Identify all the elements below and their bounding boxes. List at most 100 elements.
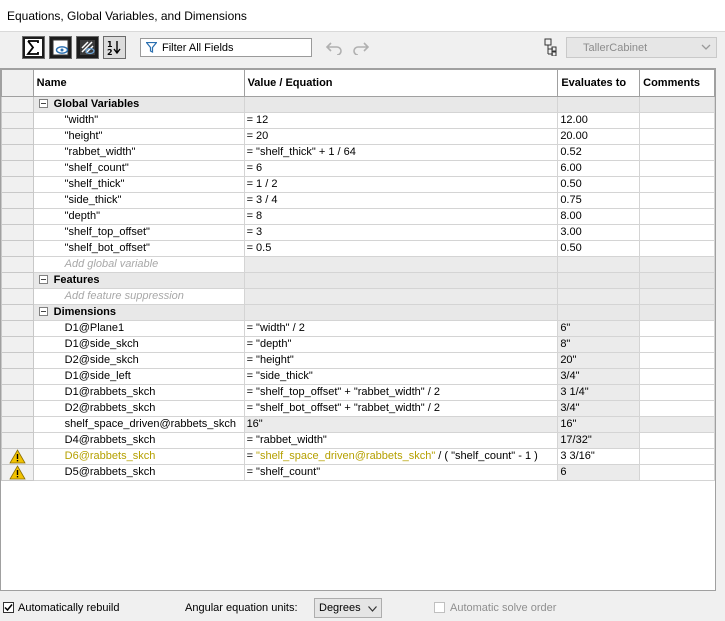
name-cell[interactable]: "side_thick": [32, 192, 245, 209]
value-cell[interactable]: = "height": [243, 352, 559, 369]
row-header[interactable]: [1, 144, 34, 161]
table-row[interactable]: D6@rabbets_skch = "shelf_space_driven@ra…: [1, 448, 715, 465]
filter-field[interactable]: Filter All Fields: [140, 38, 312, 57]
comment-cell[interactable]: [639, 448, 715, 465]
dimension-view-icon[interactable]: [76, 36, 99, 59]
value-cell[interactable]: = 1 / 2: [243, 176, 559, 193]
table-row[interactable]: "width" = 12 12.00: [1, 112, 715, 129]
column-header-value[interactable]: Value / Equation: [243, 69, 559, 97]
column-header-evaluates[interactable]: Evaluates to: [557, 69, 641, 97]
comment-cell[interactable]: [639, 400, 715, 417]
table-row[interactable]: "depth" = 8 8.00: [1, 208, 715, 225]
name-cell[interactable]: "shelf_top_offset": [32, 224, 245, 241]
table-row[interactable]: D1@side_left = "side_thick" 3/4": [1, 368, 715, 385]
comment-cell[interactable]: [639, 320, 715, 337]
collapse-icon[interactable]: [38, 275, 48, 284]
table-row[interactable]: "side_thick" = 3 / 4 0.75: [1, 192, 715, 209]
comment-cell[interactable]: [639, 368, 715, 385]
comment-cell[interactable]: [639, 224, 715, 241]
collapse-icon[interactable]: [38, 99, 48, 108]
row-header[interactable]: [1, 320, 34, 337]
row-header[interactable]: [1, 240, 34, 257]
table-row[interactable]: D4@rabbets_skch = "rabbet_width" 17/32": [1, 432, 715, 449]
name-cell[interactable]: "rabbet_width": [32, 144, 245, 161]
add-global-variable-row[interactable]: Add global variable: [1, 256, 715, 273]
comment-cell[interactable]: [639, 176, 715, 193]
group-row-features[interactable]: Features: [1, 272, 715, 289]
comment-cell[interactable]: [639, 464, 715, 481]
value-cell[interactable]: 16": [243, 416, 559, 433]
value-cell[interactable]: = "depth": [243, 336, 559, 353]
collapse-icon[interactable]: [38, 307, 48, 316]
row-header[interactable]: [1, 464, 34, 481]
value-cell[interactable]: = "shelf_count": [243, 464, 559, 481]
comment-cell[interactable]: [639, 384, 715, 401]
undo-icon[interactable]: [325, 41, 343, 55]
column-header-name[interactable]: Name: [32, 69, 245, 97]
name-cell[interactable]: D1@rabbets_skch: [32, 384, 245, 401]
value-cell[interactable]: = 8: [243, 208, 559, 225]
table-row[interactable]: D2@side_skch = "height" 20": [1, 352, 715, 369]
value-cell[interactable]: = 6: [243, 160, 559, 177]
table-row[interactable]: D1@side_skch = "depth" 8": [1, 336, 715, 353]
name-cell[interactable]: D4@rabbets_skch: [32, 432, 245, 449]
row-header[interactable]: [1, 336, 34, 353]
row-header[interactable]: [1, 160, 34, 177]
angular-units-select[interactable]: Degrees: [314, 598, 382, 618]
name-cell[interactable]: D5@rabbets_skch: [32, 464, 245, 481]
table-row[interactable]: "shelf_top_offset" = 3 3.00: [1, 224, 715, 241]
value-cell[interactable]: = "rabbet_width": [243, 432, 559, 449]
group-row-global-variables[interactable]: Global Variables: [1, 96, 715, 113]
auto-solve-checkbox[interactable]: [434, 602, 445, 613]
row-header[interactable]: [1, 384, 34, 401]
name-cell[interactable]: "depth": [32, 208, 245, 225]
add-feature-suppression-cell[interactable]: Add feature suppression: [32, 288, 245, 305]
table-row[interactable]: "rabbet_width" = "shelf_thick" + 1 / 64 0.…: [1, 144, 715, 161]
comment-cell[interactable]: [639, 208, 715, 225]
table-row[interactable]: D1@Plane1 = "width" / 2 6": [1, 320, 715, 337]
comment-cell[interactable]: [639, 432, 715, 449]
name-cell[interactable]: D1@side_skch: [32, 336, 245, 353]
value-cell[interactable]: = "shelf_top_offset" + "rabbet_width" / …: [243, 384, 559, 401]
row-header[interactable]: [1, 352, 34, 369]
row-header[interactable]: [1, 176, 34, 193]
row-header[interactable]: [1, 416, 34, 433]
ordered-view-icon[interactable]: 12: [103, 36, 126, 59]
row-header[interactable]: [1, 448, 34, 465]
configuration-select[interactable]: TallerCabinet: [566, 37, 717, 58]
group-row-dimensions[interactable]: Dimensions: [1, 304, 715, 321]
comment-cell[interactable]: [639, 128, 715, 145]
add-global-variable-cell[interactable]: Add global variable: [32, 256, 245, 273]
comment-cell[interactable]: [639, 240, 715, 257]
redo-icon[interactable]: [352, 41, 370, 55]
row-header[interactable]: [1, 192, 34, 209]
comment-cell[interactable]: [639, 352, 715, 369]
name-cell[interactable]: D6@rabbets_skch: [32, 448, 245, 465]
value-cell[interactable]: = "shelf_bot_offset" + "rabbet_width" / …: [243, 400, 559, 417]
row-header[interactable]: [1, 112, 34, 129]
value-cell[interactable]: = 0.5: [243, 240, 559, 257]
comment-cell[interactable]: [639, 416, 715, 433]
comment-cell[interactable]: [639, 144, 715, 161]
name-cell[interactable]: "shelf_bot_offset": [32, 240, 245, 257]
value-cell[interactable]: = 3 / 4: [243, 192, 559, 209]
group-label[interactable]: Features: [32, 272, 245, 289]
table-row[interactable]: "shelf_bot_offset" = 0.5 0.50: [1, 240, 715, 257]
name-cell[interactable]: "shelf_count": [32, 160, 245, 177]
name-cell[interactable]: D2@rabbets_skch: [32, 400, 245, 417]
comment-cell[interactable]: [639, 192, 715, 209]
table-row[interactable]: D5@rabbets_skch = "shelf_count" 6: [1, 464, 715, 481]
row-header[interactable]: [1, 224, 34, 241]
name-cell[interactable]: D1@Plane1: [32, 320, 245, 337]
group-label[interactable]: Dimensions: [32, 304, 245, 321]
table-row[interactable]: "shelf_count" = 6 6.00: [1, 160, 715, 177]
name-cell[interactable]: "width": [32, 112, 245, 129]
table-row[interactable]: "shelf_thick" = 1 / 2 0.50: [1, 176, 715, 193]
value-cell[interactable]: = "shelf_space_driven@rabbets_skch" / ( …: [243, 448, 559, 465]
sigma-view-icon[interactable]: [22, 36, 45, 59]
name-cell[interactable]: D2@side_skch: [32, 352, 245, 369]
auto-rebuild-checkbox[interactable]: [3, 602, 14, 613]
table-row[interactable]: "height" = 20 20.00: [1, 128, 715, 145]
eye-view-icon[interactable]: [49, 36, 72, 59]
name-cell[interactable]: "height": [32, 128, 245, 145]
